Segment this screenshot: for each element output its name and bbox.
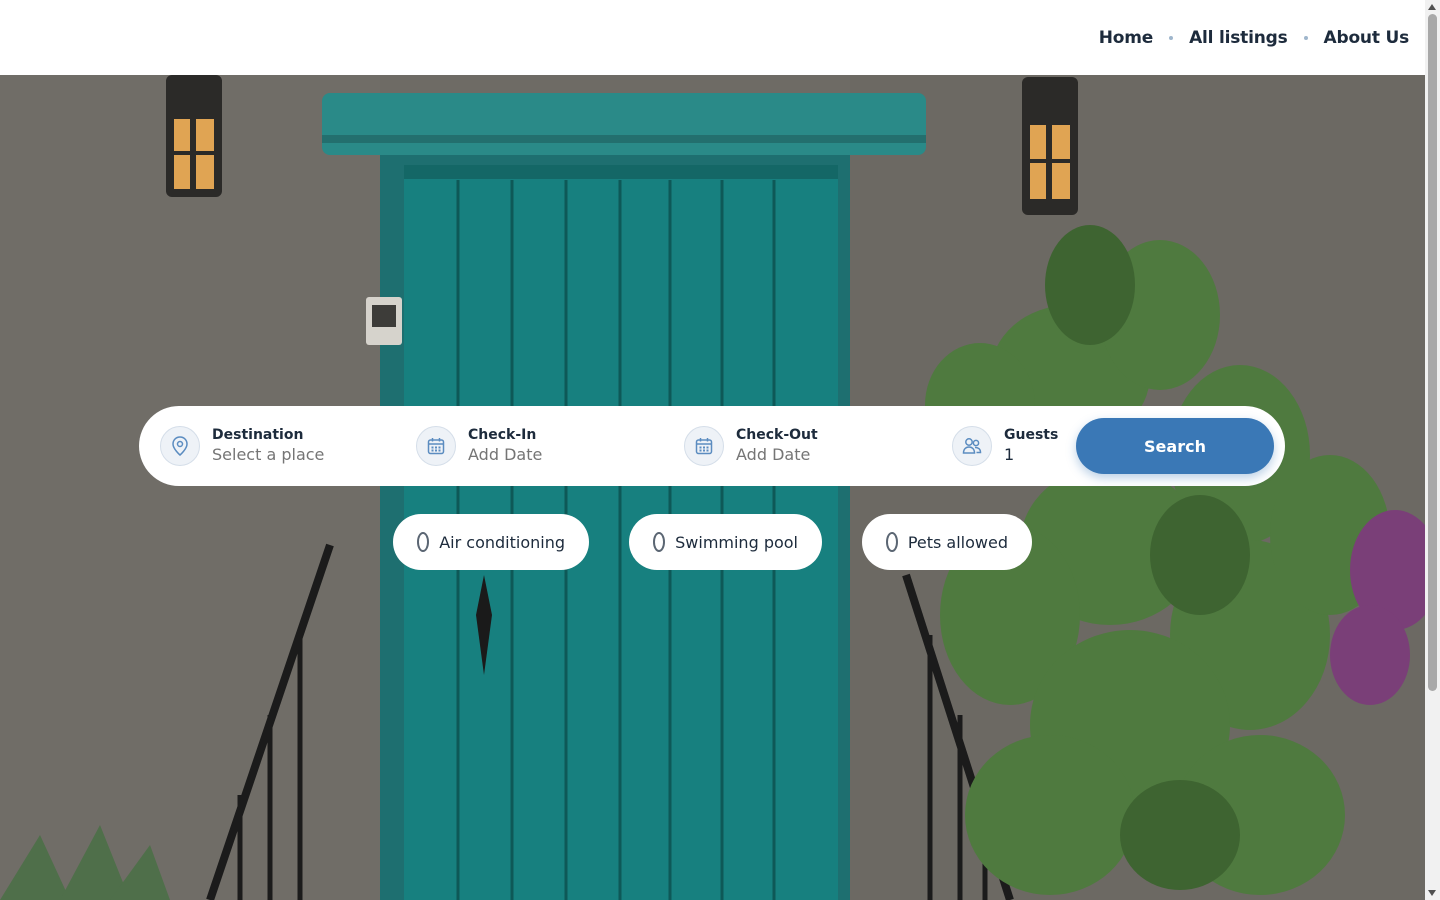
scroll-down-arrow-icon[interactable]	[1428, 890, 1436, 896]
amenity-chip-swimming-pool[interactable]: Swimming pool	[629, 514, 822, 570]
calendar-icon	[684, 426, 724, 466]
amenity-label: Air conditioning	[439, 532, 565, 552]
guests-count[interactable]: 1	[1004, 444, 1064, 466]
radio-icon[interactable]	[417, 532, 430, 552]
main-nav: Home All listings About Us	[1099, 0, 1409, 75]
site-header: Home All listings About Us	[0, 0, 1425, 75]
amenity-label: Swimming pool	[675, 532, 798, 552]
radio-icon[interactable]	[886, 532, 898, 552]
location-pin-icon	[160, 426, 200, 466]
scrollbar-thumb[interactable]	[1428, 14, 1437, 691]
nav-separator	[1169, 35, 1174, 40]
check-out-label: Check-Out	[736, 427, 818, 443]
nav-separator	[1303, 35, 1308, 40]
destination-input[interactable]	[212, 444, 392, 466]
calendar-icon	[416, 426, 456, 466]
check-out-input[interactable]	[736, 444, 916, 466]
guests-label: Guests	[1004, 427, 1059, 443]
amenity-chip-pets-allowed[interactable]: Pets allowed	[862, 514, 1032, 570]
search-bar: Destination Check-In	[139, 406, 1285, 486]
scroll-up-arrow-icon[interactable]	[1428, 4, 1436, 10]
amenity-chip-air-conditioning[interactable]: Air conditioning	[393, 514, 589, 570]
check-in-label: Check-In	[468, 427, 537, 443]
check-in-field[interactable]: Check-In	[416, 406, 648, 486]
guests-field[interactable]: Guests 1	[952, 406, 1064, 486]
destination-label: Destination	[212, 427, 304, 443]
hero-background-image	[0, 75, 1425, 900]
search-button[interactable]: Search	[1076, 418, 1274, 474]
door-scene-illustration	[0, 75, 1425, 900]
amenity-label: Pets allowed	[907, 532, 1008, 552]
users-icon	[952, 426, 992, 466]
nav-about-us-link[interactable]: About Us	[1324, 28, 1410, 48]
nav-home-link[interactable]: Home	[1099, 28, 1154, 48]
destination-field[interactable]: Destination	[160, 406, 392, 486]
check-in-input[interactable]	[468, 444, 648, 466]
nav-all-listings-link[interactable]: All listings	[1189, 28, 1288, 48]
vertical-scrollbar[interactable]	[1425, 0, 1440, 900]
radio-icon[interactable]	[653, 532, 666, 552]
check-out-field[interactable]: Check-Out	[684, 406, 916, 486]
